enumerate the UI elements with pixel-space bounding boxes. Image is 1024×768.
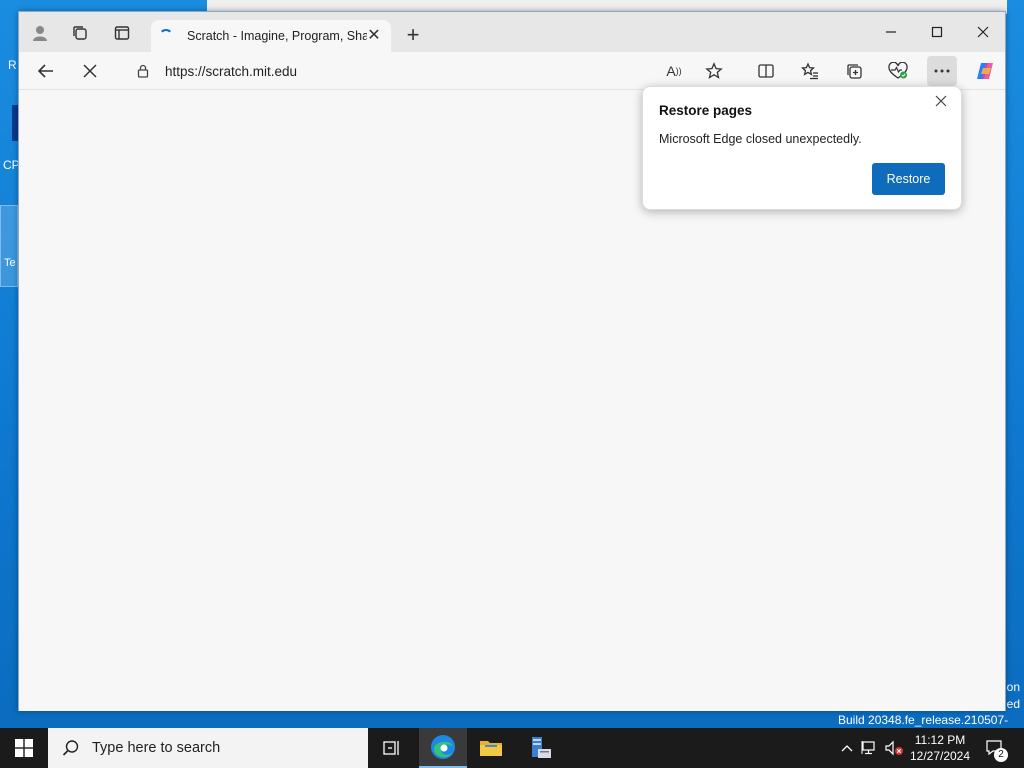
dialog-close-icon[interactable] xyxy=(931,93,951,113)
taskbar-edge[interactable] xyxy=(419,728,467,768)
folder-icon xyxy=(480,741,502,756)
minimize-button[interactable] xyxy=(868,12,914,52)
desktop-icon-selected[interactable] xyxy=(0,205,18,287)
navigation-toolbar: https://scratch.mit.edu A)) xyxy=(19,52,1005,90)
desktop-icon-label: R xyxy=(8,58,17,72)
edge-icon xyxy=(431,735,455,759)
dialog-title: Restore pages xyxy=(659,103,753,118)
taskbar-clock[interactable]: 11:12 PM 12/27/2024 xyxy=(905,732,975,764)
taskbar: Type here to search 11:12 PM 12/27/2024 … xyxy=(0,728,1024,768)
address-bar[interactable]: https://scratch.mit.edu xyxy=(119,56,739,86)
search-placeholder: Type here to search xyxy=(92,740,221,756)
show-hidden-icons-button[interactable] xyxy=(838,728,856,768)
task-view-button[interactable] xyxy=(368,728,416,768)
back-button[interactable] xyxy=(31,56,61,86)
settings-more-button[interactable] xyxy=(927,56,957,86)
loading-spinner-icon xyxy=(159,29,173,43)
copilot-icon[interactable] xyxy=(970,56,1000,86)
workspaces-icon[interactable] xyxy=(65,18,95,48)
url-text: https://scratch.mit.edu xyxy=(165,63,298,79)
maximize-button[interactable] xyxy=(914,12,960,52)
notification-count-badge: 2 xyxy=(994,748,1008,762)
volume-muted-icon[interactable] xyxy=(883,728,905,768)
desktop-icon-label: Te xyxy=(4,257,16,269)
search-icon xyxy=(62,740,79,756)
favorites-icon[interactable] xyxy=(795,56,825,86)
taskbar-search-box[interactable]: Type here to search xyxy=(48,728,368,768)
windows-logo-icon xyxy=(15,739,33,757)
close-window-button[interactable] xyxy=(960,12,1006,52)
start-button[interactable] xyxy=(0,728,48,768)
stop-loading-button[interactable] xyxy=(75,56,105,86)
clock-time: 11:12 PM xyxy=(914,733,966,747)
watermark-line: on xyxy=(1006,680,1020,694)
read-aloud-icon[interactable]: A)) xyxy=(659,56,689,86)
profile-icon[interactable] xyxy=(25,18,55,48)
new-tab-button[interactable]: + xyxy=(399,22,427,50)
restore-pages-dialog: Restore pages Microsoft Edge closed unex… xyxy=(642,86,962,210)
favorite-star-icon[interactable] xyxy=(699,56,729,86)
taskbar-server-manager[interactable] xyxy=(516,728,564,768)
tab-scratch[interactable]: Scratch - Imagine, Program, Share ✕ xyxy=(151,20,391,52)
tab-title: Scratch - Imagine, Program, Share xyxy=(187,29,367,43)
tab-close-icon[interactable]: ✕ xyxy=(365,27,383,45)
task-view-icon xyxy=(383,741,399,755)
dialog-message: Microsoft Edge closed unexpectedly. xyxy=(659,132,862,146)
lock-icon[interactable] xyxy=(137,64,149,78)
vertical-tabs-icon[interactable] xyxy=(107,18,137,48)
split-screen-icon[interactable] xyxy=(751,56,781,86)
notification-center-button[interactable]: 2 xyxy=(980,728,1010,768)
restore-button[interactable]: Restore xyxy=(872,163,945,195)
server-manager-icon xyxy=(532,737,551,758)
clock-date: 12/27/2024 xyxy=(909,749,971,763)
taskbar-file-explorer[interactable] xyxy=(467,728,515,768)
collections-icon[interactable] xyxy=(839,56,869,86)
browser-essentials-icon[interactable] xyxy=(883,56,913,86)
network-icon[interactable] xyxy=(860,728,880,768)
watermark-line: ed xyxy=(1006,697,1020,711)
title-bar: Scratch - Imagine, Program, Share ✕ + xyxy=(19,12,1005,52)
